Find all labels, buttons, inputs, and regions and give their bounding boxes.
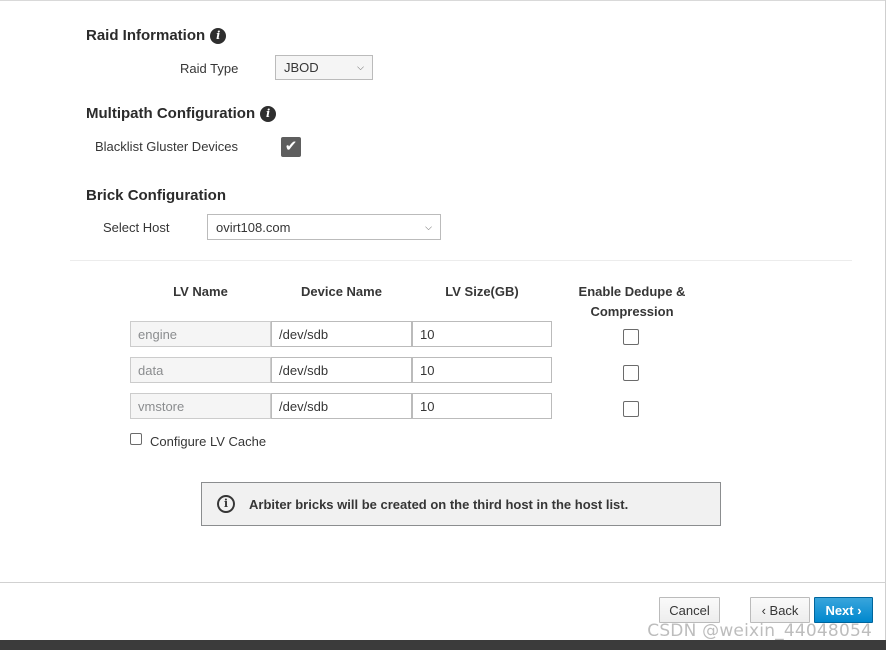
device-name-input[interactable]: /dev/sdb bbox=[271, 357, 412, 383]
chevron-down-icon: ⌵ bbox=[425, 221, 432, 232]
watermark: CSDN @weixin_44048054 bbox=[647, 621, 872, 641]
footer-divider bbox=[0, 582, 886, 583]
next-button[interactable]: Next › bbox=[814, 597, 873, 623]
back-button[interactable]: ‹ Back bbox=[750, 597, 810, 623]
lv-size-input[interactable]: 10 bbox=[412, 321, 552, 347]
lv-size-input[interactable]: 10 bbox=[412, 393, 552, 419]
header-device-name: Device Name bbox=[301, 284, 382, 299]
section-divider bbox=[70, 260, 852, 261]
header-dedupe-line2: Compression bbox=[590, 304, 674, 319]
blacklist-label: Blacklist Gluster Devices bbox=[95, 139, 239, 154]
header-lv-size: LV Size(GB) bbox=[445, 284, 519, 299]
select-host-label: Select Host bbox=[103, 220, 170, 235]
chevron-down-icon: ⌵ bbox=[357, 62, 364, 72]
lv-cache-label: Configure LV Cache bbox=[150, 434, 267, 449]
info-circle-icon: i bbox=[217, 495, 235, 513]
lv-cache-checkbox[interactable] bbox=[130, 433, 142, 445]
raid-type-select[interactable]: JBOD ⌵ bbox=[275, 55, 373, 80]
raid-info-title: Raid Information i bbox=[86, 27, 227, 44]
header-dedupe-line1: Enable Dedupe & bbox=[578, 284, 686, 299]
arbiter-info-alert: i Arbiter bricks will be created on the … bbox=[201, 482, 721, 526]
brick-config-title-text: Brick Configuration bbox=[86, 187, 227, 204]
top-border bbox=[0, 0, 886, 1]
select-host-value: ovirt108.com bbox=[216, 219, 291, 235]
blacklist-checkbox[interactable]: ✔ bbox=[281, 137, 301, 157]
alert-message: Arbiter bricks will be created on the th… bbox=[249, 496, 629, 512]
lv-name-input[interactable]: data bbox=[130, 357, 271, 383]
dedupe-checkbox[interactable] bbox=[623, 401, 639, 417]
device-name-input[interactable]: /dev/sdb bbox=[271, 321, 412, 347]
cancel-button[interactable]: Cancel bbox=[659, 597, 720, 623]
dedupe-checkbox[interactable] bbox=[623, 329, 639, 345]
multipath-title: Multipath Configuration i bbox=[86, 105, 277, 122]
multipath-info-icon[interactable]: i bbox=[260, 105, 277, 122]
lv-name-input[interactable]: engine bbox=[130, 321, 271, 347]
lv-name-input[interactable]: vmstore bbox=[130, 393, 271, 419]
lv-size-input[interactable]: 10 bbox=[412, 357, 552, 383]
raid-type-label: Raid Type bbox=[180, 61, 239, 76]
raid-info-title-text: Raid Information bbox=[86, 27, 206, 44]
raid-type-value: JBOD bbox=[284, 60, 319, 75]
header-lv-name: LV Name bbox=[173, 284, 228, 299]
dedupe-checkbox[interactable] bbox=[623, 365, 639, 381]
brick-config-title: Brick Configuration bbox=[86, 187, 226, 204]
multipath-title-text: Multipath Configuration bbox=[86, 105, 256, 122]
raid-info-icon[interactable]: i bbox=[210, 27, 227, 44]
device-name-input[interactable]: /dev/sdb bbox=[271, 393, 412, 419]
bottom-bar bbox=[0, 640, 886, 650]
select-host-dropdown[interactable]: ovirt108.com ⌵ bbox=[207, 214, 441, 240]
